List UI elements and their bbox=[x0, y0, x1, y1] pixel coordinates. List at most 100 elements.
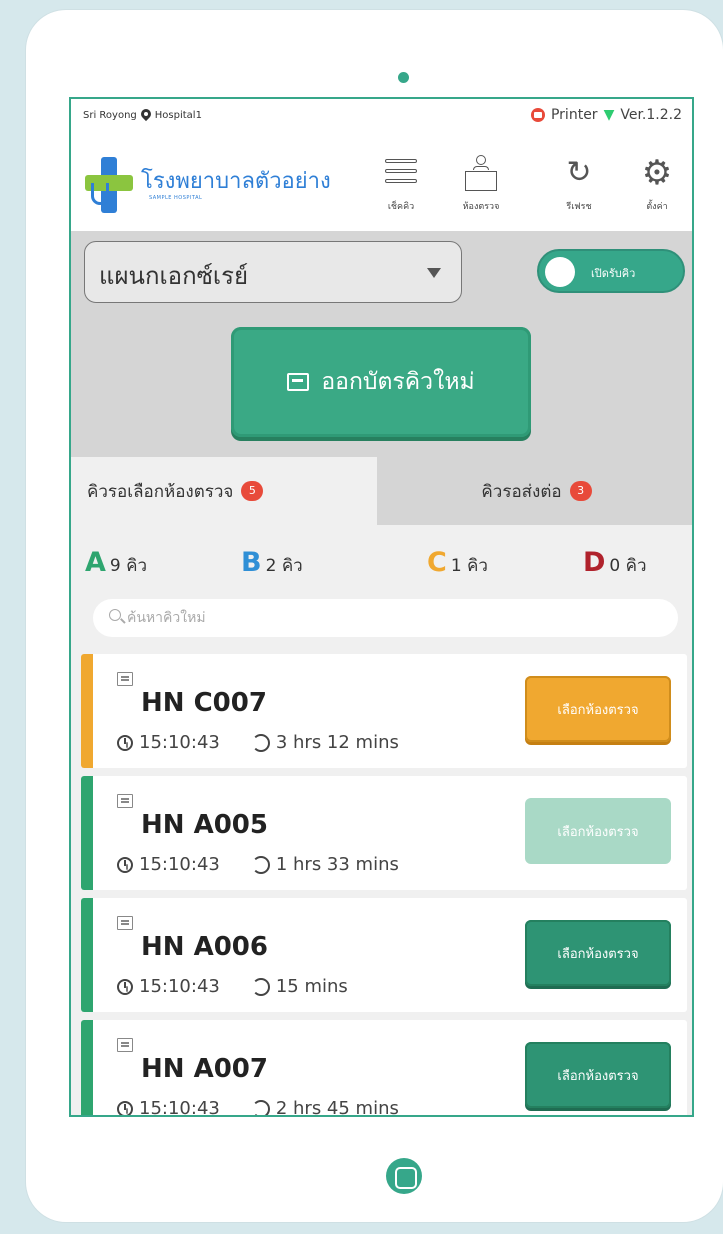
count-letter: C bbox=[427, 547, 447, 578]
queue-time: 15:10:43 bbox=[139, 1098, 220, 1117]
check-queue-label: เช็คคิว bbox=[387, 202, 415, 212]
new-ticket-button[interactable]: ออกบัตรคิวใหม่ bbox=[231, 327, 531, 437]
status-bar-stripe bbox=[81, 776, 93, 890]
search-box bbox=[93, 599, 678, 637]
tab-label: คิวรอเลือกห้องตรวจ bbox=[87, 481, 234, 502]
controls-panel: แผนกเอกซ์เรย์ เปิดรับคิว ออกบัตรคิวใหม่ bbox=[71, 231, 692, 457]
department-select[interactable]: แผนกเอกซ์เรย์ bbox=[84, 241, 462, 303]
settings-button[interactable]: ⚙ ตั้งค่า bbox=[627, 153, 687, 223]
count-value: 1 คิว bbox=[450, 556, 488, 576]
exam-room-label: ห้องตรวจ bbox=[462, 202, 500, 212]
hn-number: HN A005 bbox=[141, 810, 268, 840]
app-header: โรงพยาบาลตัวอย่าง SAMPLE HOSPITAL เช็คคิ… bbox=[71, 139, 692, 231]
refresh-icon: ↻ bbox=[566, 155, 592, 190]
select-room-button[interactable]: เลือกห้องตรวจ bbox=[525, 920, 671, 986]
department-value: แผนกเอกซ์เรย์ bbox=[99, 262, 249, 290]
search-input[interactable] bbox=[127, 605, 657, 631]
queue-meta: 15:10:43 15 mins bbox=[117, 976, 348, 997]
count-value: 0 คิว bbox=[609, 556, 647, 576]
status-bar-stripe bbox=[81, 654, 93, 768]
queue-card: HN A005 15:10:43 1 hrs 33 mins เลือกห้องตรว… bbox=[81, 776, 687, 890]
history-icon bbox=[251, 733, 270, 752]
select-room-label: เลือกห้องตรวจ bbox=[557, 702, 639, 718]
printer-icon bbox=[530, 108, 545, 122]
home-button[interactable] bbox=[386, 1158, 422, 1194]
queue-meta: 15:10:43 2 hrs 45 mins bbox=[117, 1098, 399, 1117]
history-icon bbox=[251, 1099, 270, 1115]
exam-room-icon bbox=[461, 153, 501, 193]
select-room-label: เลือกห้องตรวจ bbox=[557, 824, 639, 840]
chevron-down-icon bbox=[427, 268, 441, 278]
count-d: D0 คิว bbox=[583, 547, 647, 579]
hospital-logo-icon bbox=[85, 157, 133, 213]
search-icon bbox=[109, 609, 121, 621]
exam-room-button[interactable]: ห้องตรวจ bbox=[451, 153, 511, 223]
wait-duration: 1 hrs 33 mins bbox=[275, 854, 399, 875]
hospital-subtitle: SAMPLE HOSPITAL bbox=[149, 195, 203, 201]
history-icon bbox=[251, 855, 270, 874]
tab-label: คิวรอส่งต่อ bbox=[481, 481, 562, 502]
queue-time: 15:10:43 bbox=[139, 732, 220, 753]
queue-time: 15:10:43 bbox=[139, 976, 220, 997]
hospital-id: Hospital1 bbox=[154, 109, 202, 121]
ticket-doc-icon bbox=[117, 916, 133, 930]
status-indicators: Printer ▼ Ver.1.2.2 bbox=[530, 107, 682, 123]
open-queue-toggle[interactable]: เปิดรับคิว bbox=[537, 249, 685, 293]
count-letter: D bbox=[583, 547, 606, 578]
status-bar-stripe bbox=[81, 1020, 93, 1115]
wait-duration: 15 mins bbox=[275, 976, 348, 997]
clock-icon bbox=[117, 856, 133, 873]
hn-number: HN A006 bbox=[141, 932, 268, 962]
settings-label: ตั้งค่า bbox=[646, 202, 668, 212]
history-icon bbox=[251, 977, 270, 996]
count-a: A9 คิว bbox=[85, 547, 147, 579]
queue-time: 15:10:43 bbox=[139, 854, 220, 875]
location-info: Sri Royong Hospital1 bbox=[83, 109, 202, 121]
app-screen: Sri Royong Hospital1 Printer ▼ Ver.1.2.2… bbox=[69, 97, 694, 1117]
ticket-icon bbox=[287, 373, 310, 391]
toggle-knob bbox=[545, 257, 575, 287]
count-letter: A bbox=[85, 547, 106, 578]
gear-icon: ⚙ bbox=[641, 153, 673, 193]
menu-icon bbox=[381, 153, 421, 193]
count-badge: 5 bbox=[241, 481, 264, 501]
wait-duration: 3 hrs 12 mins bbox=[275, 732, 399, 753]
version-label: Ver.1.2.2 bbox=[620, 107, 682, 123]
new-ticket-label: ออกบัตรคิวใหม่ bbox=[321, 369, 475, 395]
ticket-doc-icon bbox=[117, 794, 133, 808]
tab-waiting-transfer[interactable]: คิวรอส่งต่อ 3 bbox=[377, 457, 692, 525]
count-b: B2 คิว bbox=[241, 547, 303, 579]
count-value: 9 คิว bbox=[109, 556, 148, 576]
select-room-label: เลือกห้องตรวจ bbox=[557, 1068, 639, 1084]
select-room-button[interactable]: เลือกห้องตรวจ bbox=[525, 676, 671, 742]
count-value: 2 คิว bbox=[265, 556, 303, 576]
wait-duration: 2 hrs 45 mins bbox=[275, 1098, 399, 1117]
location-name: Sri Royong bbox=[83, 109, 137, 121]
count-badge: 3 bbox=[569, 481, 592, 501]
clock-icon bbox=[117, 978, 133, 995]
count-c: C1 คิว bbox=[427, 547, 488, 579]
select-room-button: เลือกห้องตรวจ bbox=[525, 798, 671, 864]
hn-number: HN C007 bbox=[141, 688, 267, 718]
printer-label: Printer bbox=[550, 107, 598, 123]
tab-waiting-room[interactable]: คิวรอเลือกห้องตรวจ 5 bbox=[71, 457, 377, 525]
status-bar-stripe bbox=[81, 898, 93, 1012]
refresh-button[interactable]: ↻ รีเฟรช bbox=[549, 153, 609, 223]
select-room-button[interactable]: เลือกห้องตรวจ bbox=[525, 1042, 671, 1108]
queue-card: HN A006 15:10:43 15 mins เลือกห้องตรวจ bbox=[81, 898, 687, 1012]
check-queue-button[interactable]: เช็คคิว bbox=[371, 153, 431, 223]
location-pin-icon bbox=[140, 109, 152, 121]
wifi-icon: ▼ bbox=[603, 107, 615, 123]
queue-tabs: คิวรอเลือกห้องตรวจ 5 คิวรอส่งต่อ 3 bbox=[71, 457, 692, 525]
toggle-label: เปิดรับคิว bbox=[591, 267, 636, 280]
ticket-doc-icon bbox=[117, 672, 133, 686]
clock-icon bbox=[117, 1100, 133, 1115]
queue-meta: 15:10:43 1 hrs 33 mins bbox=[117, 854, 399, 875]
hospital-name: โรงพยาบาลตัวอย่าง bbox=[141, 169, 331, 194]
ticket-doc-icon bbox=[117, 1038, 133, 1052]
queue-meta: 15:10:43 3 hrs 12 mins bbox=[117, 732, 399, 753]
clock-icon bbox=[117, 734, 133, 751]
hn-number: HN A007 bbox=[141, 1054, 268, 1084]
count-letter: B bbox=[241, 547, 262, 578]
status-bar: Sri Royong Hospital1 Printer ▼ Ver.1.2.2 bbox=[71, 99, 692, 139]
